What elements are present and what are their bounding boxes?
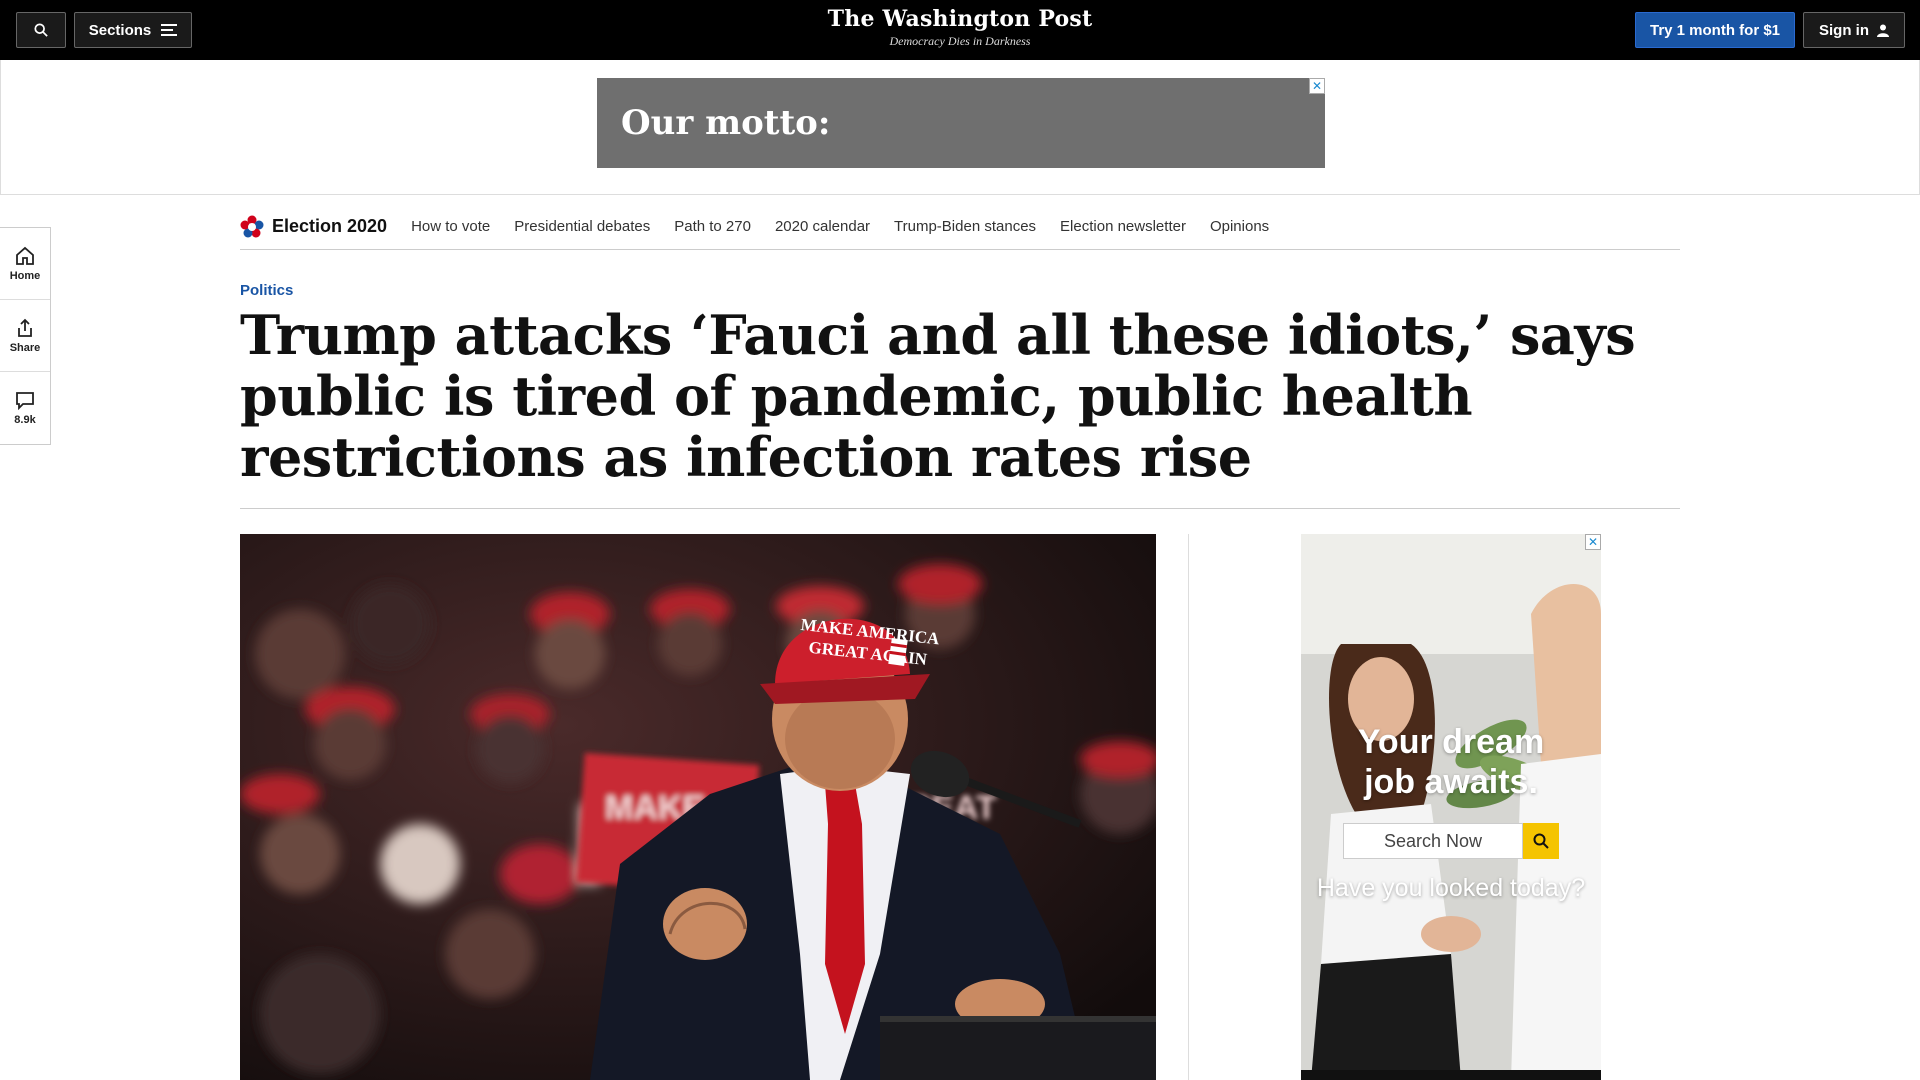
election-brand-label: Election 2020	[272, 216, 388, 236]
nav-link-opinions[interactable]: Opinions	[1210, 218, 1269, 235]
home-label: Home	[9, 269, 41, 282]
share-button[interactable]: Share	[0, 300, 50, 372]
election-star-icon	[240, 215, 264, 237]
nav-link-path-to-270[interactable]: Path to 270	[674, 218, 751, 235]
menu-icon	[161, 24, 178, 36]
top-ad-text: Our motto:	[621, 103, 831, 143]
comment-icon	[16, 392, 34, 410]
comments-count: 8.9k	[14, 414, 36, 426]
nav-link-trump-biden-stances[interactable]: Trump-Biden stances	[894, 218, 1036, 235]
comments-button[interactable]: 8.9k	[0, 372, 50, 444]
side-ad-close-icon[interactable]: ✕	[1585, 534, 1601, 550]
signin-label: Sign in	[1819, 21, 1869, 39]
logo-title: The Washington Post	[827, 6, 1093, 32]
election-brand[interactable]: Election 2020	[240, 215, 387, 239]
side-ad-search[interactable]: Search Now	[1343, 823, 1559, 859]
side-ad-headline: Your dream job awaits.	[1301, 722, 1601, 802]
side-ad-search-input[interactable]: Search Now	[1343, 823, 1523, 859]
user-icon	[1877, 24, 1889, 37]
ad-close-icon[interactable]: ✕	[1309, 78, 1325, 94]
logo-tagline: Democracy Dies in Darkness	[889, 34, 1031, 48]
home-button[interactable]: Home	[0, 228, 50, 300]
article-kicker[interactable]: Politics	[240, 282, 293, 299]
article-headline: Trump attacks ‘Fauci and all these idiot…	[240, 303, 1636, 489]
side-ad-background	[1301, 534, 1601, 1080]
side-ad-subline: Have you looked today?	[1316, 874, 1586, 902]
share-icon	[18, 318, 32, 337]
search-icon	[34, 23, 48, 37]
side-ad-search-button[interactable]	[1523, 823, 1559, 859]
sections-button[interactable]: Sections	[74, 12, 192, 48]
sections-label: Sections	[88, 21, 152, 39]
search-icon	[1533, 833, 1549, 849]
election-nav: Election 2020 How to vote Presidential d…	[240, 204, 1680, 250]
search-button[interactable]	[16, 12, 66, 48]
nav-link-how-to-vote[interactable]: How to vote	[411, 218, 490, 235]
nav-link-election-newsletter[interactable]: Election newsletter	[1060, 218, 1186, 235]
logo[interactable]: The Washington Post Democracy Dies in Da…	[760, 6, 1160, 49]
top-ad-band: Our motto: ✕	[0, 60, 1920, 195]
side-ad-headline-line2: job awaits.	[1364, 763, 1538, 801]
side-ad[interactable]: ✕ Your dream job awaits. Search Now Have…	[1301, 534, 1601, 1080]
signin-button[interactable]: Sign in	[1803, 12, 1905, 48]
lead-photo[interactable]: MAKE AMERICA GREAT MAKE AMERICA GREAT AG…	[240, 534, 1156, 1080]
lead-photo-illustration: MAKE AMERICA GREAT MAKE AMERICA GREAT AG…	[240, 534, 1156, 1080]
side-ad-headline-line1: Your dream	[1357, 723, 1545, 761]
top-ad-banner[interactable]: Our motto: ✕	[597, 78, 1325, 168]
left-rail: Home Share 8.9k	[0, 227, 51, 445]
share-label: Share	[9, 341, 41, 354]
column-divider	[1188, 534, 1189, 1080]
subscribe-button[interactable]: Try 1 month for $1	[1635, 12, 1795, 48]
nav-link-2020-calendar[interactable]: 2020 calendar	[775, 218, 870, 235]
nav-link-presidential-debates[interactable]: Presidential debates	[514, 218, 650, 235]
masthead: Sections The Washington Post Democracy D…	[0, 0, 1920, 60]
home-icon	[16, 246, 34, 265]
headline-divider	[240, 508, 1680, 509]
